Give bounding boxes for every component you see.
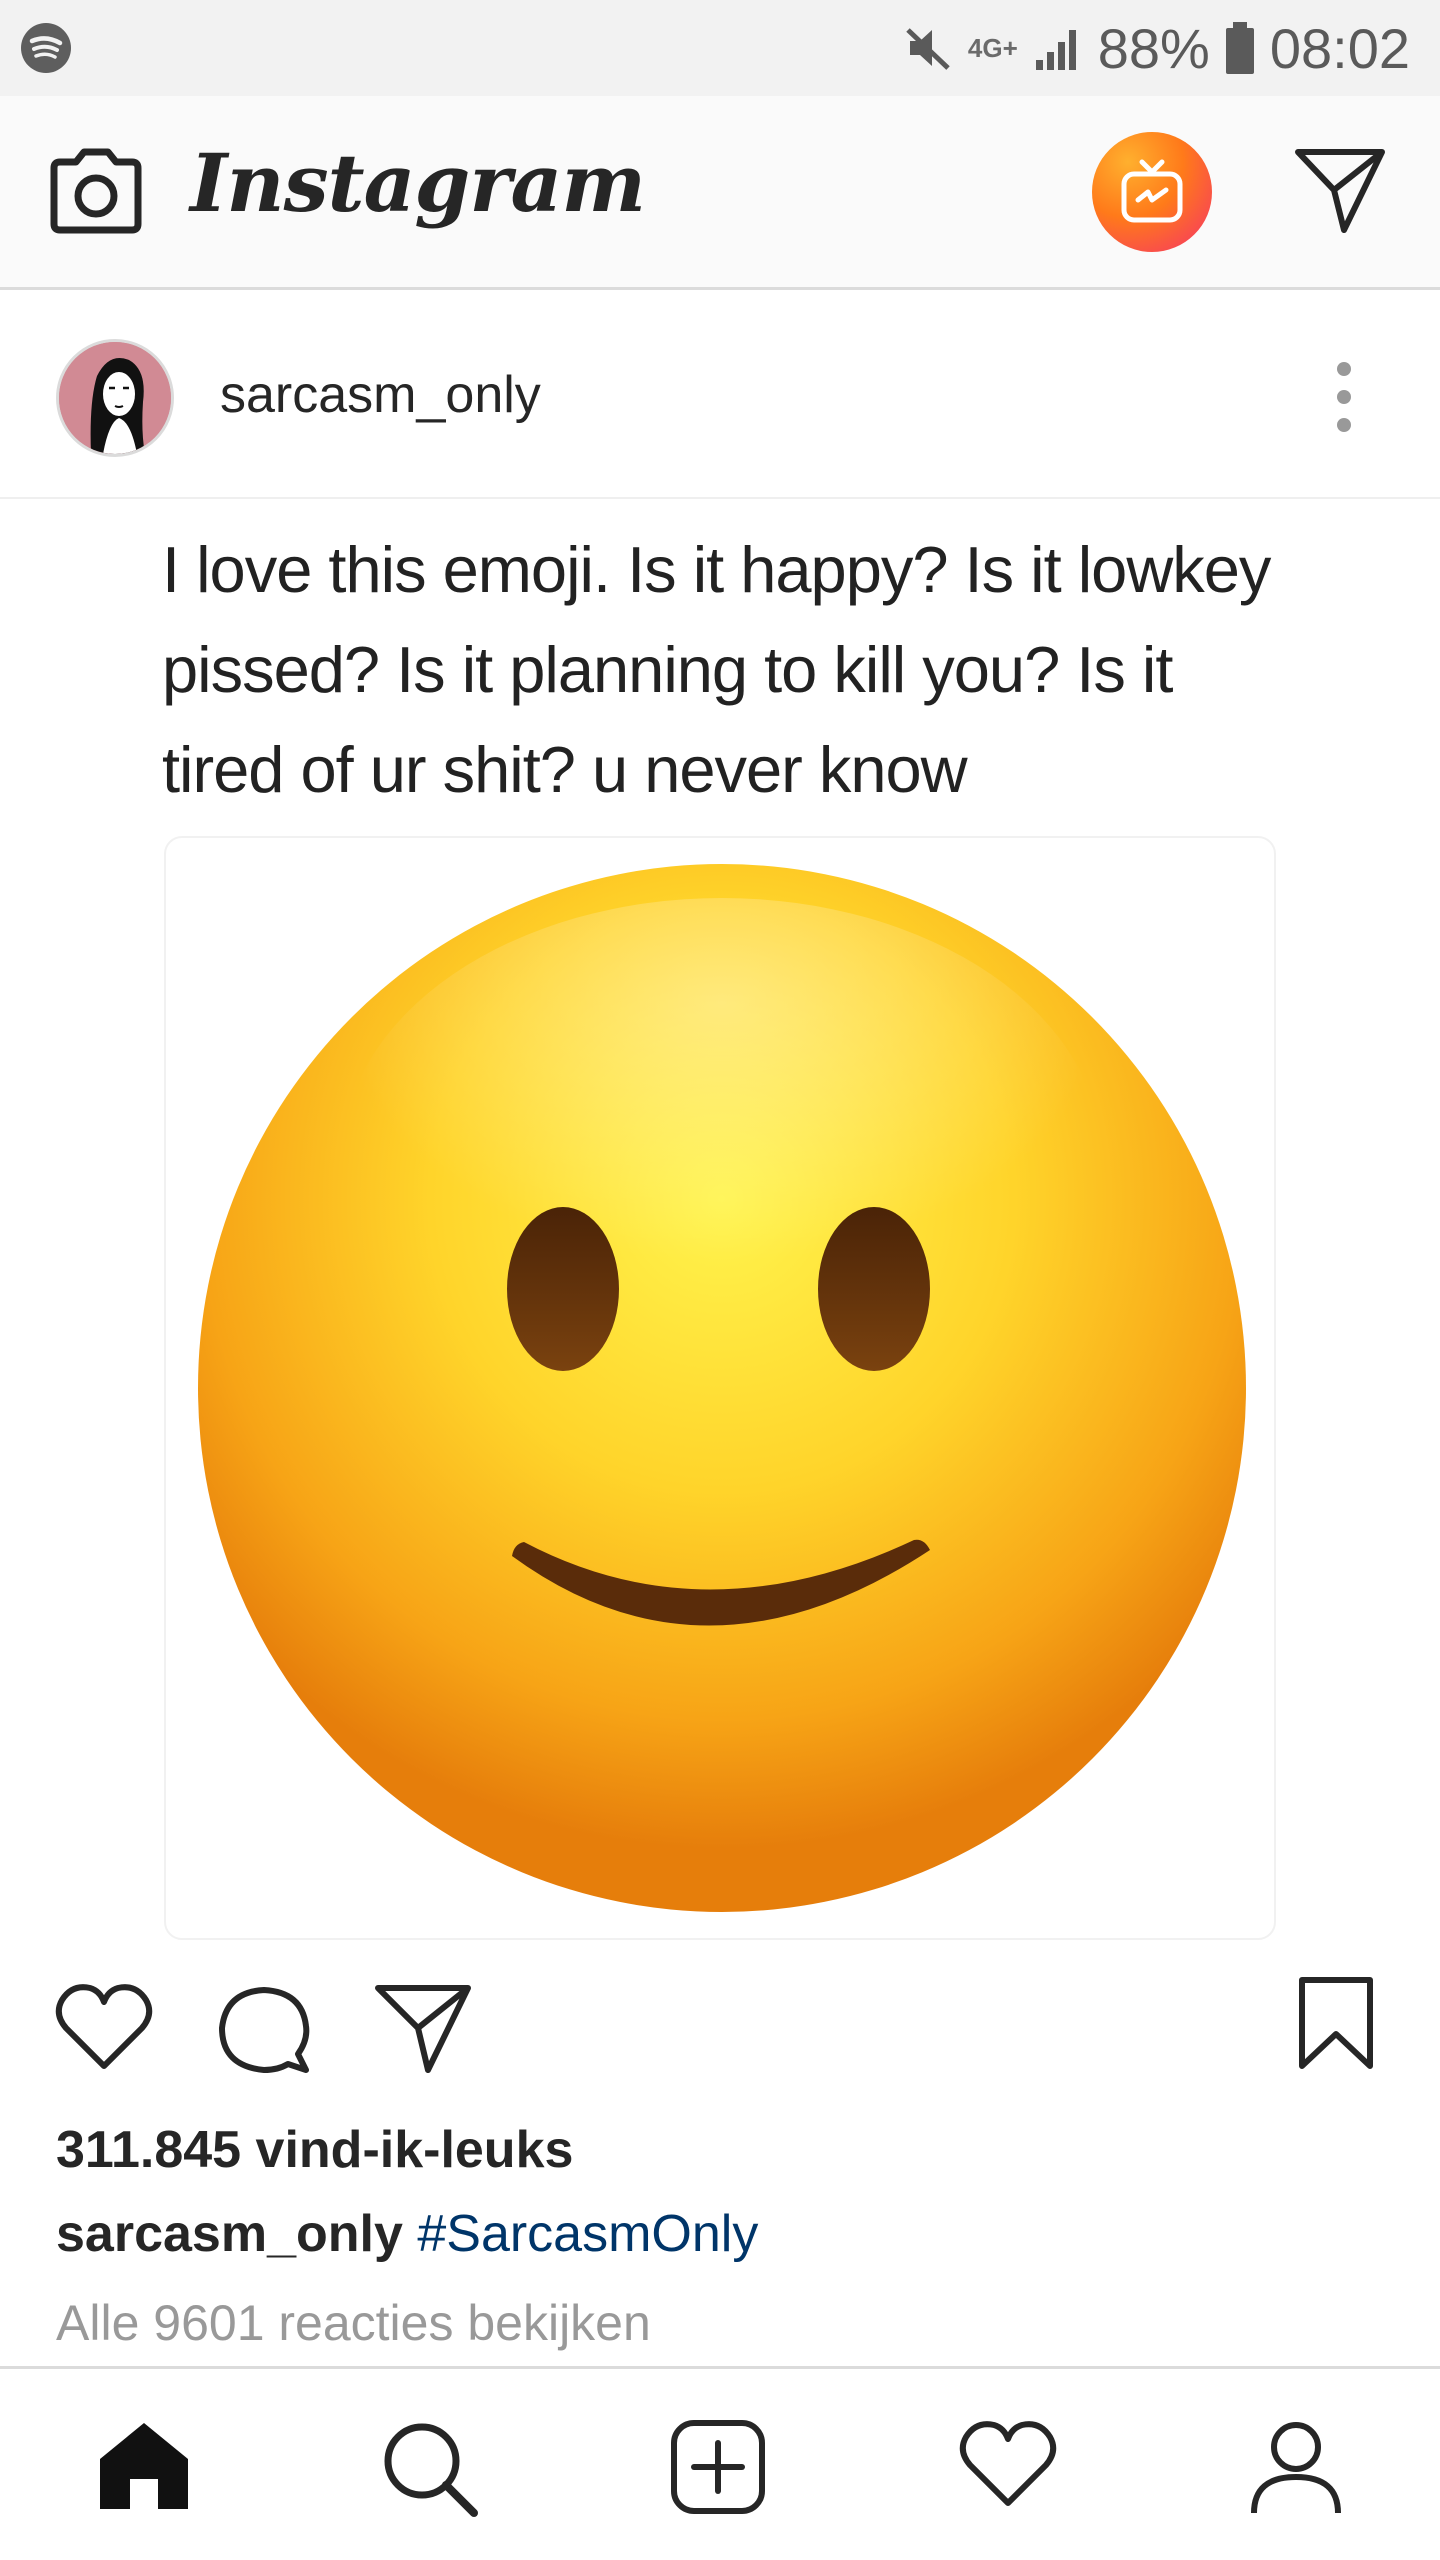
clock: 08:02: [1269, 16, 1410, 80]
home-icon[interactable]: [96, 2419, 192, 2511]
instagram-logo: Instagram: [190, 136, 646, 230]
battery-icon: [1225, 22, 1254, 74]
mute-icon: [906, 28, 950, 70]
slightly-smiling-face-emoji: [164, 836, 1276, 1940]
igtv-button[interactable]: [1092, 132, 1212, 252]
signal-icon: [1035, 30, 1076, 70]
caption-username[interactable]: sarcasm_only: [56, 2205, 403, 2263]
caption-hashtag[interactable]: #SarcasmOnly: [417, 2205, 758, 2263]
search-icon[interactable]: [380, 2419, 480, 2519]
spotify-icon: [21, 23, 71, 73]
post-image[interactable]: I love this emoji. Is it happy? Is it lo…: [0, 500, 1440, 1940]
network-type: 4G+: [967, 33, 1018, 63]
avatar[interactable]: [56, 339, 174, 457]
post-header: sarcasm_only: [0, 293, 1440, 499]
bookmark-icon[interactable]: [1296, 1976, 1376, 2072]
view-all-comments-link[interactable]: Alle 9601 reacties bekijken: [56, 2294, 651, 2352]
bottom-navigation: [0, 2366, 1440, 2560]
tweet-text: I love this emoji. Is it happy? Is it lo…: [162, 533, 1271, 806]
top-bar: Instagram: [0, 96, 1440, 290]
status-indicators: 4G+ 88% 08:02: [902, 0, 1410, 96]
caption: sarcasm_only #SarcasmOnly: [56, 2204, 758, 2264]
status-bar: 4G+ 88% 08:02: [0, 0, 1440, 96]
activity-heart-icon[interactable]: [958, 2419, 1058, 2509]
share-icon[interactable]: [374, 1982, 472, 2076]
like-count[interactable]: 311.845 vind-ik-leuks: [56, 2120, 573, 2180]
heart-icon[interactable]: [54, 1982, 154, 2072]
igtv-icon: [1121, 159, 1183, 223]
more-options-icon[interactable]: [1322, 357, 1366, 437]
direct-message-icon[interactable]: [1292, 144, 1388, 236]
camera-icon[interactable]: [46, 142, 146, 238]
post-username[interactable]: sarcasm_only: [220, 365, 541, 425]
add-post-icon[interactable]: [670, 2419, 766, 2515]
battery-percentage: 88%: [1097, 16, 1210, 80]
comment-icon[interactable]: [216, 1982, 312, 2078]
profile-icon[interactable]: [1248, 2419, 1344, 2515]
post-actions: [0, 1940, 1440, 2090]
